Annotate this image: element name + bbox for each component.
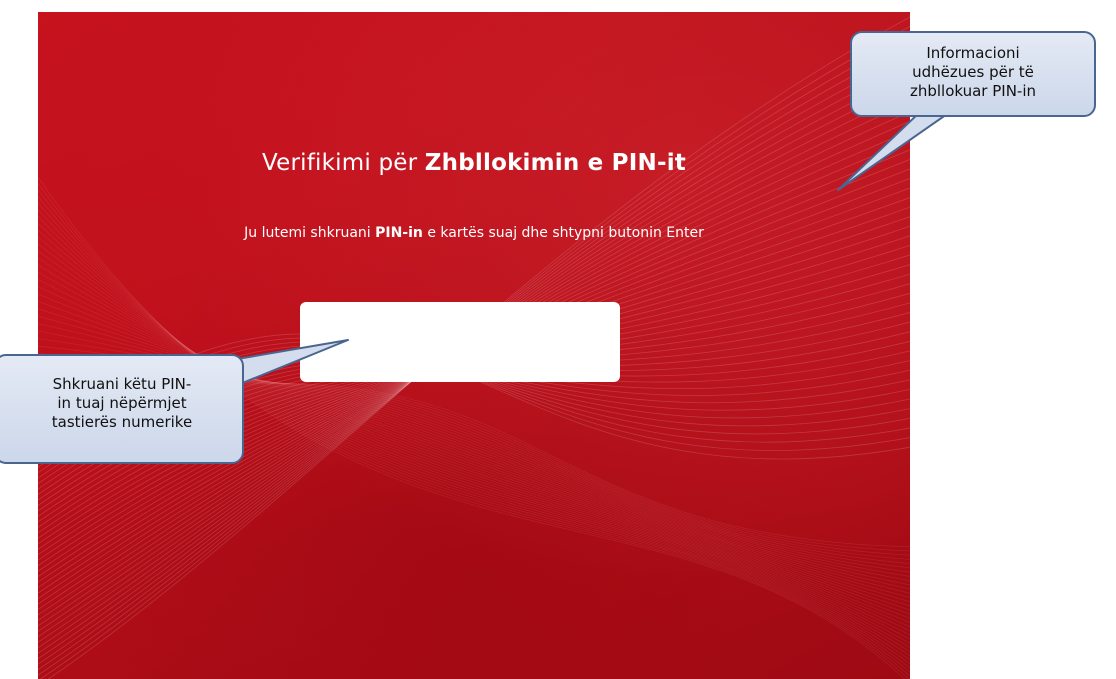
callout-left-line-3: tastierës numerike (51, 413, 193, 431)
pin-input[interactable] (300, 302, 620, 382)
instruction-after: e kartës suaj dhe shtypni butonin Enter (422, 225, 704, 241)
callout-info-unlock-pin: Informacioni udhëzues për të zhbllokuar … (850, 31, 1096, 117)
instruction-bold: PIN-in (375, 225, 423, 241)
screen-title-bold: Zhbllokimin e PIN-it (424, 150, 686, 176)
callout-top-line-3: zhbllokuar PIN-in (909, 82, 1037, 100)
callout-left-line-2: in tuaj nëpërmjet (57, 394, 187, 412)
screen-instruction: Ju lutemi shkruani PIN-in e kartës suaj … (38, 225, 910, 241)
callout-top-line-1: Informacioni (926, 44, 1020, 62)
callout-left-line-1: Shkruani këtu PIN- (52, 375, 192, 393)
screen-title-regular: Verifikimi për (262, 150, 425, 176)
atm-screen: Verifikimi për Zhbllokimin e PIN-it Ju l… (38, 12, 910, 679)
instruction-before: Ju lutemi shkruani (244, 225, 376, 241)
stage: Verifikimi për Zhbllokimin e PIN-it Ju l… (0, 0, 1116, 679)
callout-top-line-2: udhëzues për të (912, 63, 1034, 81)
callout-enter-pin: Shkruani këtu PIN- in tuaj nëpërmjet tas… (0, 354, 244, 464)
screen-title: Verifikimi për Zhbllokimin e PIN-it (38, 150, 910, 176)
